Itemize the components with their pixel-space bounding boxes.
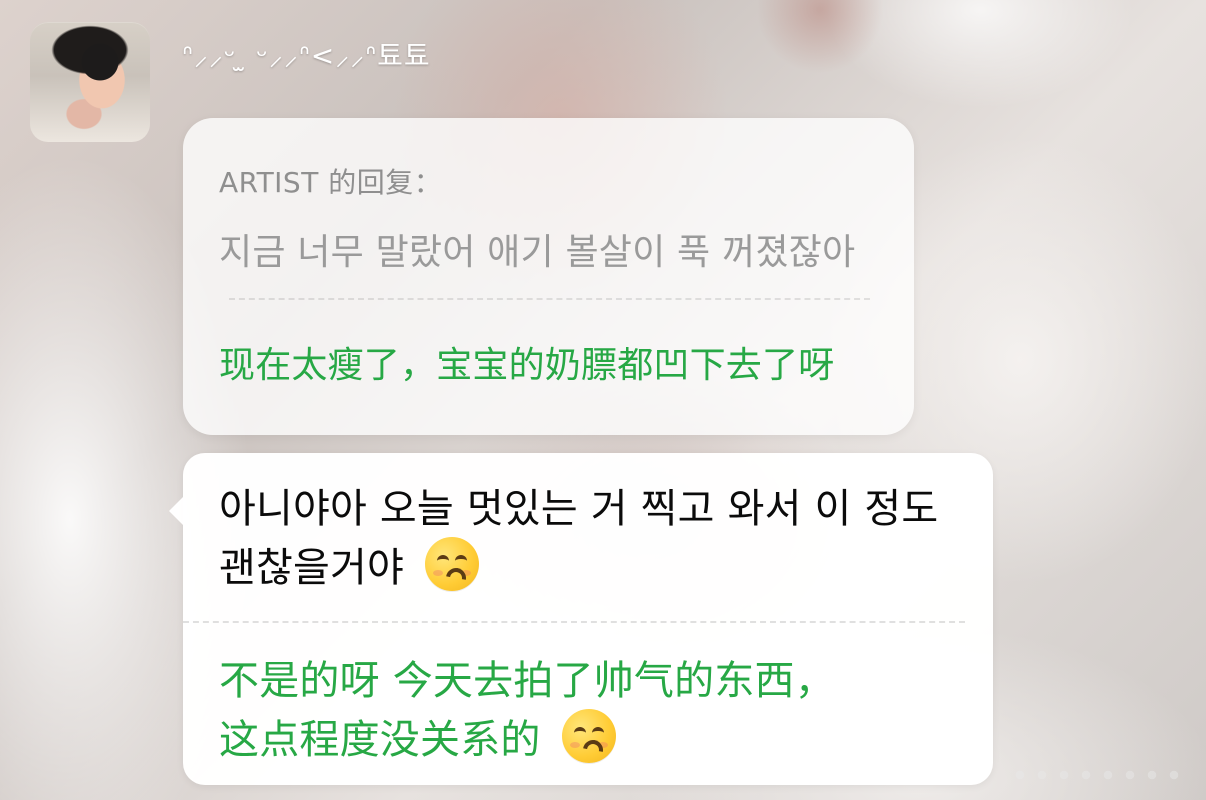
message-bubble: 아니야아 오늘 멋있는 거 찍고 와서 이 정도 괜찮을거야 不是的呀 今天去拍… [169,453,993,785]
emoji-blush-left [432,570,443,576]
dashed-divider [229,298,870,300]
watermark [1008,764,1188,786]
kissing-face-emoji-icon [561,709,616,764]
reply-label: ARTIST 的回复： [219,166,443,199]
reply-original-text: 지금 너무 말랐어 애기 볼살이 푹 꺼졌잖아 [219,232,856,273]
emoji-mouth [578,736,607,764]
message-original-text-content: 아니야아 오늘 멋있는 거 찍고 와서 이 정도 괜찮을거야 [219,486,939,591]
bubble-tail [169,497,183,525]
username: ᐢ⸝⸝ᵕ ̫ ᵕ⸝⸝ᐢ<⸝⸝ᐢ툐툐 [182,39,431,72]
avatar[interactable] [30,22,150,142]
reply-card: ARTIST 的回复： 지금 너무 말랐어 애기 볼살이 푹 꺼졌잖아 现在太瘦… [183,118,914,435]
dashed-divider [183,621,965,623]
message-translation-text-content: 不是的呀 今天去拍了帅气的东西，这点程度没关系的 [219,658,835,763]
emoji-mouth [441,564,470,592]
emoji-blush-left [569,742,580,748]
kissing-face-emoji-icon [424,537,479,592]
message-original-text: 아니야아 오늘 멋있는 거 찍고 와서 이 정도 괜찮을거야 [219,481,979,596]
message-translation-text: 不是的呀 今天去拍了帅气的东西，这点程度没关系的 [219,653,979,768]
reply-translation-text: 现在太瘦了，宝宝的奶膘都凹下去了呀 [219,345,835,386]
